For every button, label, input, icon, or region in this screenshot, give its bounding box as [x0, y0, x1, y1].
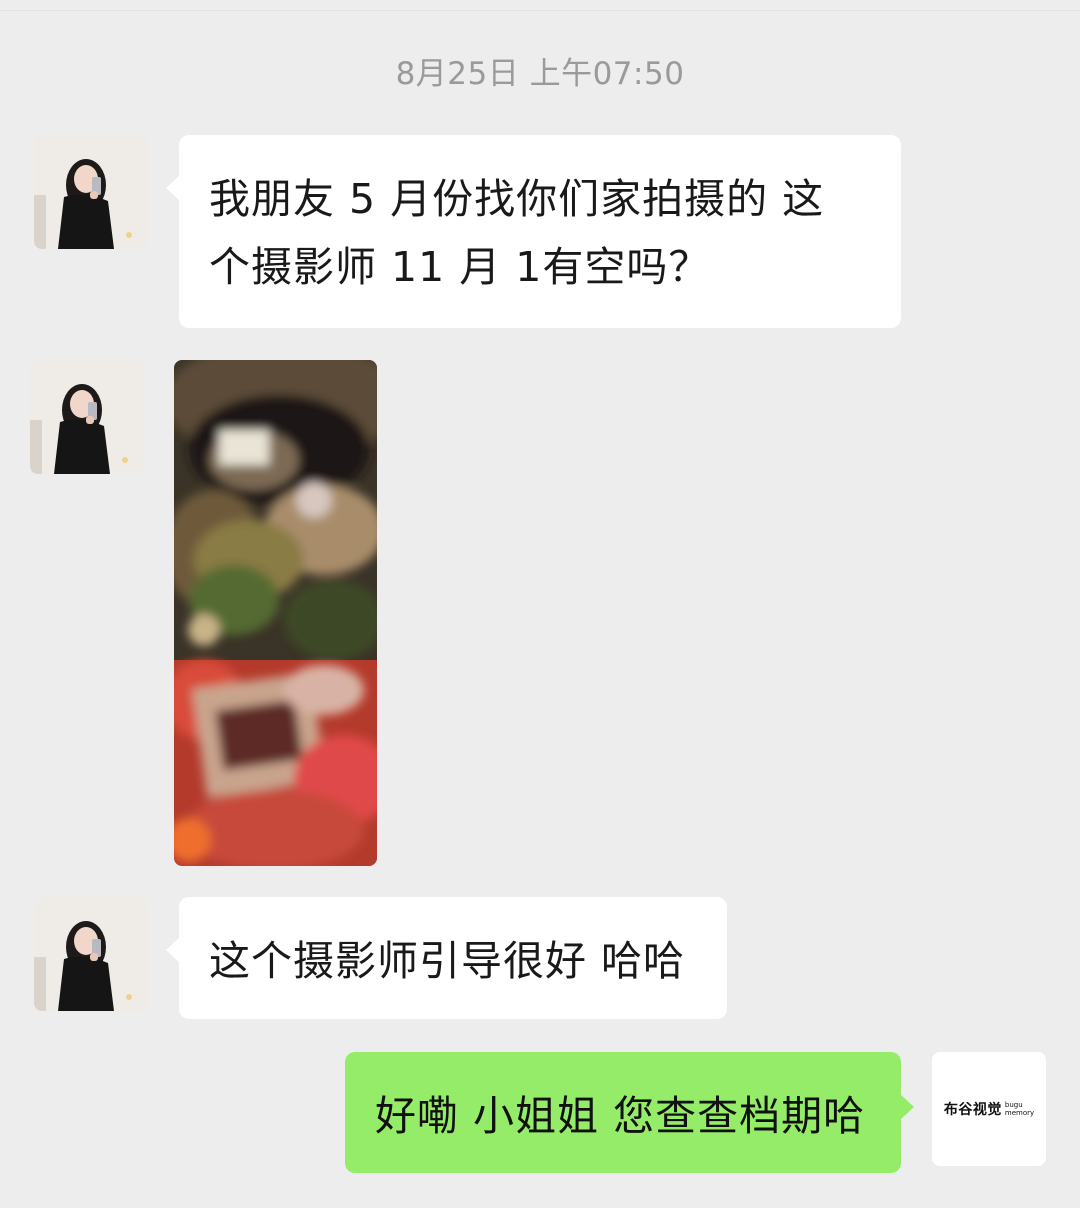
- brand-name-en-line-2: memory: [1004, 1109, 1035, 1117]
- contact-avatar-icon[interactable]: [30, 360, 144, 474]
- message-text-line: 个摄影师 11 月 1有空吗？: [209, 243, 711, 291]
- header-divider: [0, 10, 1080, 11]
- shared-photo[interactable]: [174, 360, 377, 866]
- message-bubble[interactable]: 我朋友 5 月份找你们家拍摄的 这 个摄影师 11 月 1有空吗？: [166, 135, 901, 328]
- contact-avatar-icon[interactable]: [34, 135, 148, 249]
- message-bubble[interactable]: 这个摄影师引导很好 哈哈: [166, 897, 727, 1019]
- brand-name-cn: 布谷视觉: [943, 1102, 1002, 1118]
- message-text: 好嘞 小姐姐 您查查档期哈: [375, 1092, 866, 1140]
- message-text: 这个摄影师引导很好 哈哈: [209, 937, 686, 985]
- message-text-line: 我朋友 5 月份找你们家拍摄的 这: [209, 175, 825, 223]
- brand-name-en: bugu memory: [1005, 1101, 1034, 1117]
- message-timestamp: 8月25日 上午07:50: [395, 56, 685, 92]
- brand-name-en-line-1: bugu: [1004, 1101, 1023, 1109]
- brand-logo-icon[interactable]: 布谷视觉 bugu memory: [932, 1052, 1046, 1166]
- message-bubble-outgoing[interactable]: 好嘞 小姐姐 您查查档期哈: [345, 1052, 914, 1173]
- contact-avatar-icon[interactable]: [34, 897, 148, 1011]
